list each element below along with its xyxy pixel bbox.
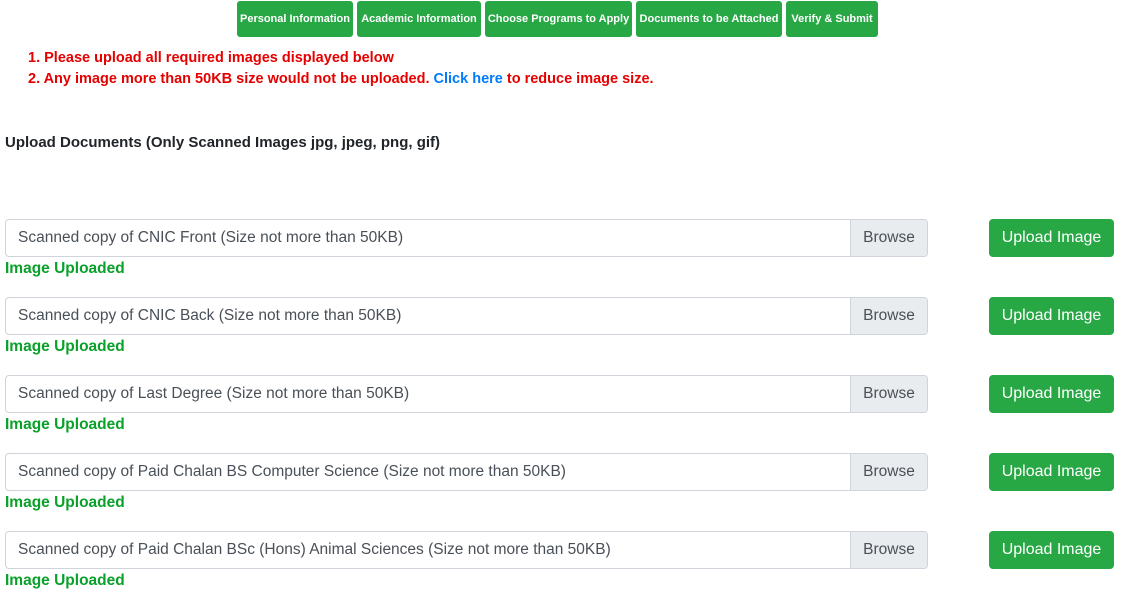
file-input-label[interactable]: Scanned copy of Paid Chalan BSc (Hons) A…	[6, 532, 850, 568]
file-input-last-degree[interactable]: Scanned copy of Last Degree (Size not mo…	[5, 375, 928, 413]
upload-row-chalan-bs-cs: Scanned copy of Paid Chalan BS Computer …	[5, 453, 1115, 515]
upload-status: Image Uploaded	[5, 260, 125, 277]
notice-line-2-text: 2. Any image more than 50KB size would n…	[28, 71, 430, 87]
browse-button[interactable]: Browse	[850, 532, 927, 568]
upload-image-button[interactable]: Upload Image	[989, 453, 1114, 491]
upload-status: Image Uploaded	[5, 494, 125, 511]
upload-image-button[interactable]: Upload Image	[989, 375, 1114, 413]
step-verify-submit[interactable]: Verify & Submit	[786, 1, 878, 37]
browse-button[interactable]: Browse	[850, 454, 927, 490]
upload-status: Image Uploaded	[5, 572, 125, 589]
section-heading: Upload Documents (Only Scanned Images jp…	[5, 134, 441, 151]
upload-row-cnic-back: Scanned copy of CNIC Back (Size not more…	[5, 297, 1115, 359]
step-documents-to-be-attached[interactable]: Documents to be Attached	[636, 1, 782, 37]
upload-status: Image Uploaded	[5, 338, 125, 355]
upload-image-button[interactable]: Upload Image	[989, 531, 1114, 569]
step-personal-information[interactable]: Personal Information	[237, 1, 353, 37]
step-academic-information[interactable]: Academic Information	[357, 1, 481, 37]
file-input-label[interactable]: Scanned copy of CNIC Front (Size not mor…	[6, 220, 850, 256]
upload-image-button[interactable]: Upload Image	[989, 219, 1114, 257]
browse-button[interactable]: Browse	[850, 376, 927, 412]
upload-image-button[interactable]: Upload Image	[989, 297, 1114, 335]
upload-instructions: 1. Please upload all required images dis…	[28, 48, 654, 90]
file-input-label[interactable]: Scanned copy of Last Degree (Size not mo…	[6, 376, 850, 412]
file-input-chalan-bsc-animal-sciences[interactable]: Scanned copy of Paid Chalan BSc (Hons) A…	[5, 531, 928, 569]
file-input-label[interactable]: Scanned copy of CNIC Back (Size not more…	[6, 298, 850, 334]
upload-row-chalan-bsc-animal-sciences: Scanned copy of Paid Chalan BSc (Hons) A…	[5, 531, 1115, 593]
notice-line-2: 2. Any image more than 50KB size would n…	[28, 69, 654, 90]
file-input-label[interactable]: Scanned copy of Paid Chalan BS Computer …	[6, 454, 850, 490]
file-input-cnic-front[interactable]: Scanned copy of CNIC Front (Size not mor…	[5, 219, 928, 257]
notice-line-2-suffix: to reduce image size.	[506, 71, 654, 87]
upload-status: Image Uploaded	[5, 416, 125, 433]
reduce-image-size-link[interactable]: Click here	[434, 71, 503, 87]
upload-row-cnic-front: Scanned copy of CNIC Front (Size not mor…	[5, 219, 1115, 281]
file-input-cnic-back[interactable]: Scanned copy of CNIC Back (Size not more…	[5, 297, 928, 335]
browse-button[interactable]: Browse	[850, 298, 927, 334]
notice-line-1: 1. Please upload all required images dis…	[28, 50, 394, 66]
step-choose-programs[interactable]: Choose Programs to Apply	[485, 1, 632, 37]
file-input-chalan-bs-cs[interactable]: Scanned copy of Paid Chalan BS Computer …	[5, 453, 928, 491]
upload-row-last-degree: Scanned copy of Last Degree (Size not mo…	[5, 375, 1115, 437]
browse-button[interactable]: Browse	[850, 220, 927, 256]
step-navigation: Personal Information Academic Informatio…	[237, 1, 878, 37]
